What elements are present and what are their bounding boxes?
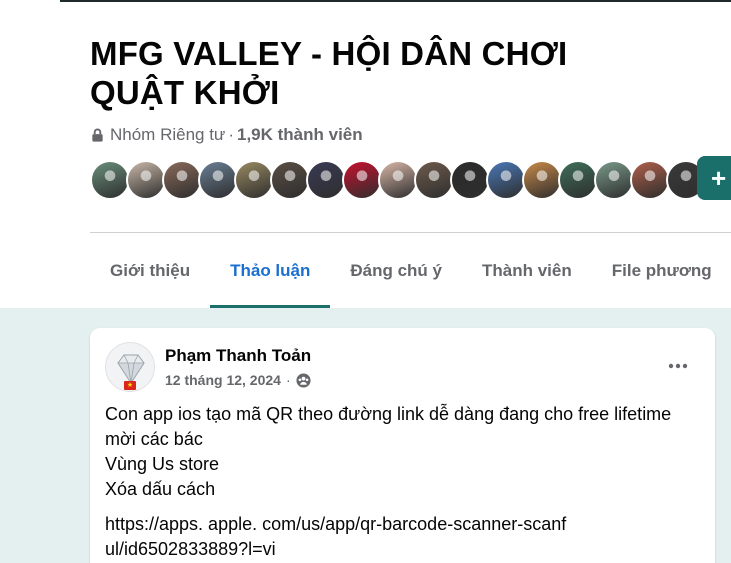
group-privacy[interactable]: Nhóm Riêng tư <box>110 125 225 145</box>
group-meta: Nhóm Riêng tư · 1,9K thành viên <box>90 124 363 146</box>
member-avatar[interactable] <box>594 160 634 200</box>
member-avatar[interactable] <box>342 160 382 200</box>
member-avatar[interactable] <box>270 160 310 200</box>
member-avatar[interactable] <box>126 160 166 200</box>
member-avatar[interactable] <box>162 160 202 200</box>
post-meta-separator: · <box>285 372 291 388</box>
member-avatar[interactable] <box>234 160 274 200</box>
tab-files[interactable]: File phương <box>592 233 731 308</box>
post-link[interactable]: https://apps. apple. com/us/app/qr-barco… <box>105 512 575 562</box>
member-avatar[interactable] <box>450 160 490 200</box>
more-options-icon <box>668 363 688 369</box>
post-text-line: Vùng Us store <box>105 454 220 474</box>
tab-about[interactable]: Giới thiệu <box>90 233 210 308</box>
group-tabs: Giới thiệu Thảo luận Đáng chú ý Thành vi… <box>90 233 731 308</box>
lock-icon <box>92 128 103 142</box>
member-count[interactable]: 1,9K thành viên <box>237 125 363 145</box>
member-avatar[interactable] <box>630 160 670 200</box>
meta-separator: · <box>228 125 234 144</box>
group-audience-icon <box>296 372 311 388</box>
post-author[interactable]: Phạm Thanh Toản <box>165 346 311 366</box>
invite-button[interactable]: + <box>697 156 731 200</box>
vietnam-flag-icon: ★ <box>124 381 136 390</box>
member-avatar[interactable] <box>522 160 562 200</box>
member-avatar[interactable] <box>90 160 130 200</box>
member-avatar[interactable] <box>558 160 598 200</box>
cover-photo-edge <box>60 0 731 2</box>
member-avatar[interactable] <box>486 160 526 200</box>
tab-discussion[interactable]: Thảo luận <box>210 233 331 308</box>
tab-members[interactable]: Thành viên <box>462 233 592 308</box>
member-avatar[interactable] <box>414 160 454 200</box>
post-date[interactable]: 12 tháng 12, 2024 <box>165 372 281 388</box>
post-card: ★ Phạm Thanh Toản 12 tháng 12, 2024 · Co… <box>90 328 715 563</box>
tab-featured[interactable]: Đáng chú ý <box>330 233 462 308</box>
member-avatar[interactable] <box>198 160 238 200</box>
group-header: MFG VALLEY - HỘI DÂN CHƠI QUẬT KHỞI Nhóm… <box>0 0 731 308</box>
member-avatar[interactable] <box>378 160 418 200</box>
group-title: MFG VALLEY - HỘI DÂN CHƠI QUẬT KHỞI <box>90 35 568 111</box>
member-avatar-stack[interactable] <box>90 160 706 200</box>
post-text-line: Xóa dấu cách <box>105 479 216 499</box>
post-meta: 12 tháng 12, 2024 · <box>165 372 311 388</box>
post-text-line: Con app ios tạo mã QR theo đường link dễ… <box>105 404 672 449</box>
member-avatar[interactable] <box>306 160 346 200</box>
plus-icon: + <box>711 162 727 193</box>
more-options-button[interactable] <box>662 350 694 382</box>
post-body: Con app ios tạo mã QR theo đường link dễ… <box>105 402 705 502</box>
